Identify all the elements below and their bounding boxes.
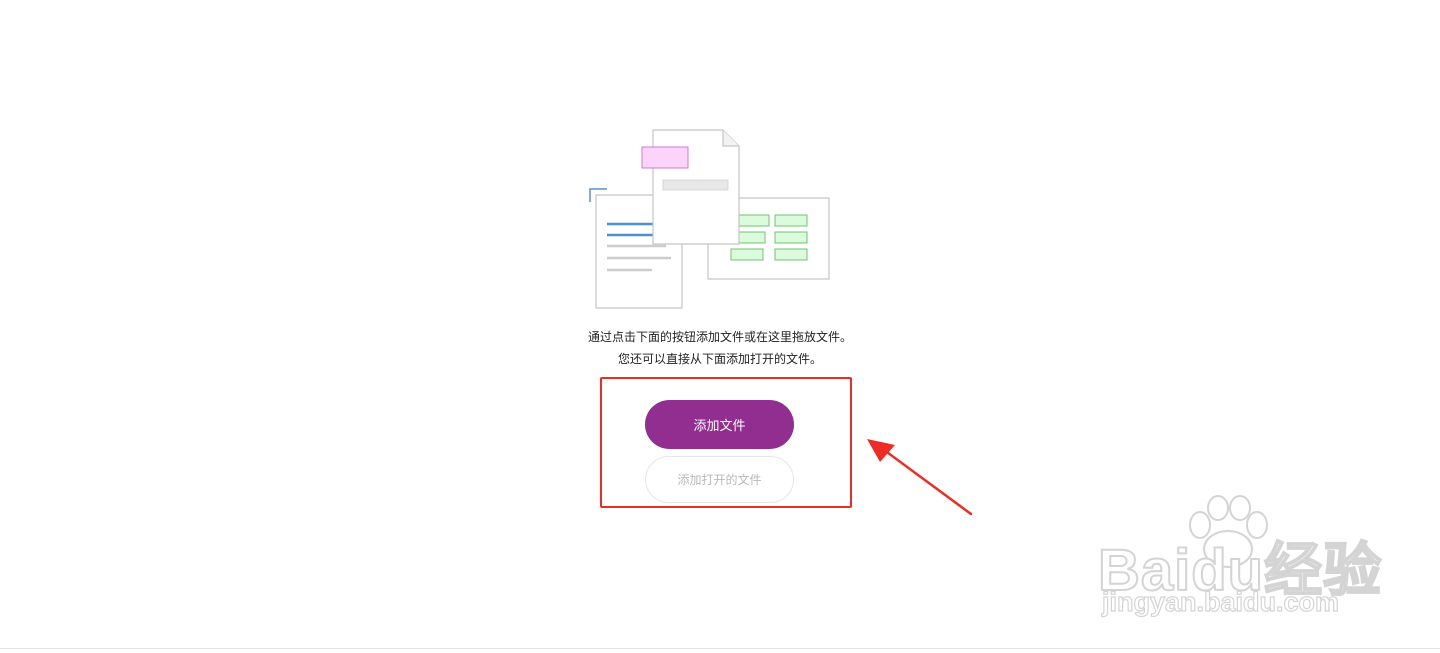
red-arrow-icon	[860, 430, 980, 525]
baidu-watermark: Baidu经验 jingyan.baidu.com	[1097, 495, 1382, 625]
instruction-line-2: 您还可以直接从下面添加打开的文件。	[617, 352, 822, 366]
bottom-divider	[0, 648, 1440, 649]
annotation-highlight-box	[600, 377, 852, 508]
instructions-text: 通过点击下面的按钮添加文件或在这里拖放文件。 您还可以直接从下面添加打开的文件。	[520, 326, 920, 370]
file-upload-page: 通过点击下面的按钮添加文件或在这里拖放文件。 您还可以直接从下面添加打开的文件。…	[0, 0, 1440, 653]
documents-illustration	[585, 126, 835, 316]
watermark-domain: jingyan.baidu.com	[1101, 586, 1340, 617]
instruction-line-1: 通过点击下面的按钮添加文件或在这里拖放文件。	[587, 330, 852, 344]
